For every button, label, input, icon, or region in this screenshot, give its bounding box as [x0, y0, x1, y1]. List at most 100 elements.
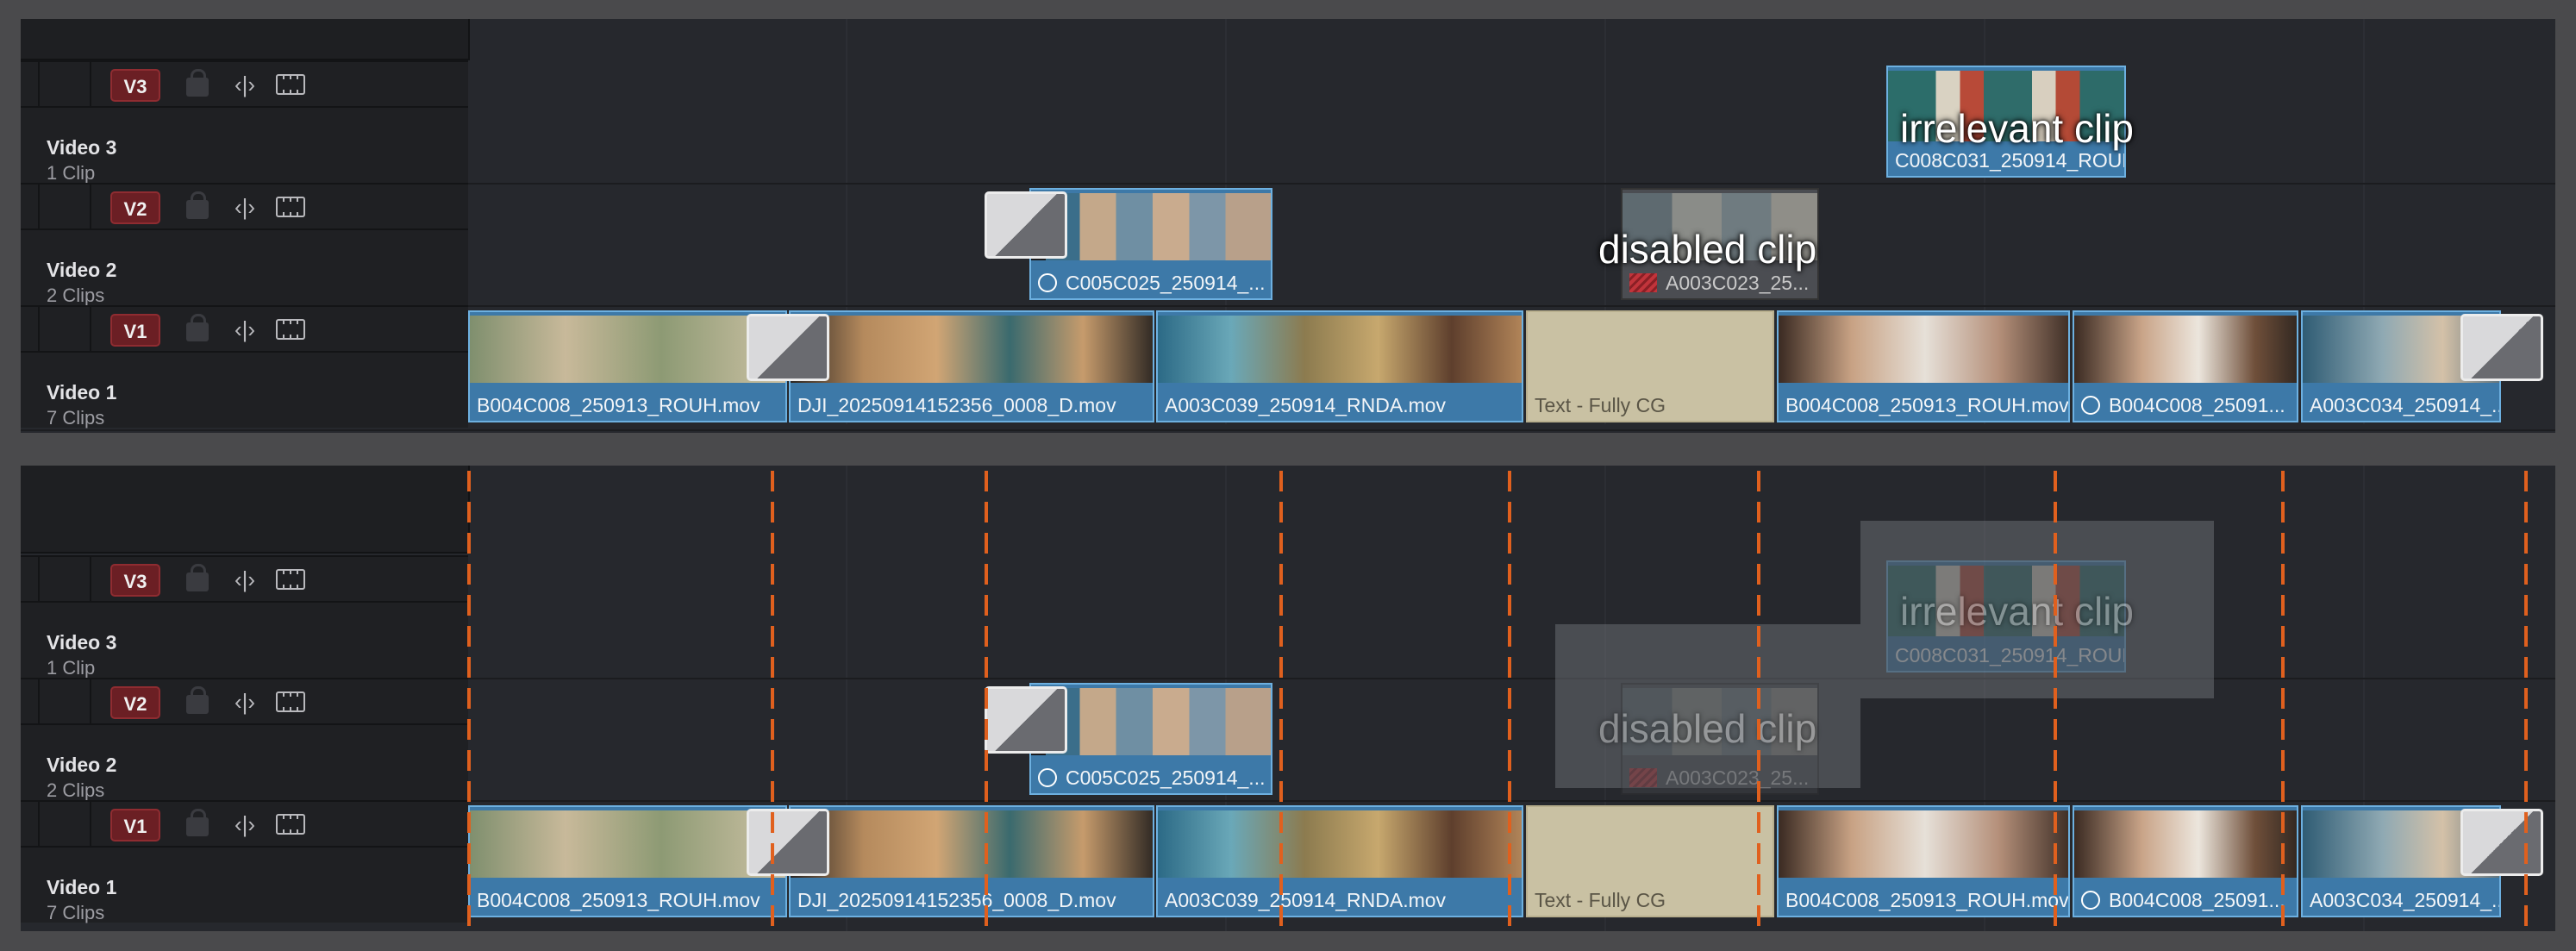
transition-marker[interactable] [2460, 314, 2543, 381]
speed-change-icon [2081, 890, 2100, 910]
clip-name: C005C025_250914_... [1038, 766, 1265, 790]
lock-icon[interactable] [186, 69, 209, 97]
lock-icon[interactable] [186, 314, 209, 341]
speed-change-icon [1038, 272, 1057, 292]
timeline-panel-top: V3 ‹|› Video 3 1 Clip V2 ‹|› Video 2 2 C… [21, 19, 2555, 433]
clip-overlay-label: irrelevant clip [1900, 589, 2134, 634]
trim-arrows-icon[interactable]: ‹|› [228, 193, 262, 221]
trim-arrows-icon[interactable]: ‹|› [228, 688, 262, 716]
clip-thumbnail-strip [2074, 810, 2297, 878]
clip-overlay-label: irrelevant clip [1900, 106, 2134, 151]
clip-name: B004C008_25091... [2081, 394, 2285, 417]
track-toggle-v1[interactable]: V1 [110, 809, 160, 842]
clip-thumbnail-strip [1158, 316, 1522, 383]
timeline-clip[interactable]: B004C008_250913_ROUH.mov [1777, 805, 2070, 917]
film-strip-icon[interactable] [276, 691, 305, 712]
track-header-v1: V1 ‹|› Video 1 7 Clips [21, 305, 468, 429]
timeline-clip[interactable]: A003C039_250914_RNDA.mov [1156, 310, 1523, 422]
track-toggle-v1[interactable]: V1 [110, 314, 160, 347]
track-header-v2: V2 ‹|› Video 2 2 Clips [21, 183, 468, 306]
track-header-v3: V3 ‹|› Video 3 1 Clip [21, 60, 468, 184]
track-toggle-v2[interactable]: V2 [110, 191, 160, 224]
film-strip-icon[interactable] [276, 74, 305, 95]
clip-name: A003C023_25... [1629, 766, 1809, 790]
track-header-v2: V2 ‹|› Video 2 2 Clips [21, 678, 468, 801]
track-clip-count: 7 Clips [47, 407, 105, 429]
clip-thumbnail-strip [791, 316, 1153, 383]
timeline-clip[interactable]: DJI_20250914152356_0008_D.mov [789, 805, 1154, 917]
clip-thumbnail-strip [1158, 810, 1522, 878]
trim-arrows-icon[interactable]: ‹|› [228, 566, 262, 593]
clip-name: A003C023_25... [1629, 272, 1809, 295]
film-strip-icon[interactable] [276, 319, 305, 340]
trim-arrows-icon[interactable]: ‹|› [228, 316, 262, 343]
clip-name: Text - Fully CG [1535, 889, 1666, 911]
track-header-v1: V1 ‹|› Video 1 7 Clips [21, 800, 468, 923]
cut-point-marker [2281, 471, 2285, 928]
timeline-clip-generator[interactable]: Text - Fully CG [1526, 310, 1774, 422]
track-clip-count: 1 Clip [47, 162, 96, 184]
timeline-clip-generator[interactable]: Text - Fully CG [1526, 805, 1774, 917]
disabled-flag-icon [1629, 767, 1657, 787]
film-strip-icon[interactable] [276, 197, 305, 217]
clip-thumbnail-strip [2074, 316, 2297, 383]
clip-name: B004C008_250913_ROUH.mov [477, 889, 760, 911]
timeline-panel-bottom: V3 ‹|› Video 3 1 Clip V2 ‹|› Video 2 2 C… [21, 466, 2555, 931]
cut-point-marker [1279, 471, 1283, 928]
timeline-clip[interactable]: DJI_20250914152356_0008_D.mov [789, 310, 1154, 422]
transition-marker[interactable] [747, 314, 829, 381]
clip-overlay-label: disabled clip [1598, 706, 1817, 751]
clip-name: A003C039_250914_RNDA.mov [1165, 889, 1447, 911]
cut-point-marker [771, 471, 774, 928]
clip-name: Text - Fully CG [1535, 394, 1666, 416]
track-name: Video 1 [47, 876, 117, 898]
track-toggle-v3[interactable]: V3 [110, 564, 160, 597]
transition-marker[interactable] [2460, 809, 2543, 876]
lock-icon[interactable] [186, 809, 209, 836]
track-clip-count: 7 Clips [47, 902, 105, 923]
track-name: Video 3 [47, 631, 117, 654]
clip-name: DJI_20250914152356_0008_D.mov [797, 889, 1116, 911]
disabled-flag-icon [1629, 272, 1657, 292]
timeline-clip[interactable]: B004C008_250913_ROUH.mov [468, 805, 787, 917]
timeline-clip[interactable]: B004C008_250913_ROUH.mov [1777, 310, 2070, 422]
cut-point-marker [2524, 471, 2528, 928]
clip-name: B004C008_25091... [2081, 889, 2285, 912]
clip-thumbnail-strip [1779, 810, 2068, 878]
clip-name: C005C025_250914_... [1038, 272, 1265, 295]
track-toggle-v3[interactable]: V3 [110, 69, 160, 102]
timeline-clip[interactable]: B004C008_25091... [2073, 805, 2298, 917]
film-strip-icon[interactable] [276, 814, 305, 835]
cut-point-marker [467, 471, 471, 928]
transition-marker[interactable] [747, 809, 829, 876]
clip-name: B004C008_250913_ROUH.mov [1785, 889, 2069, 911]
track-name: Video 2 [47, 754, 117, 776]
clip-thumbnail-strip [470, 316, 785, 383]
lock-icon[interactable] [186, 564, 209, 591]
transition-marker[interactable] [985, 686, 1067, 754]
film-strip-icon[interactable] [276, 569, 305, 590]
timeline-clip[interactable]: B004C008_25091... [2073, 310, 2298, 422]
clip-name: A003C034_250914_... [2310, 394, 2501, 416]
lock-icon[interactable] [186, 191, 209, 219]
transition-marker[interactable] [985, 191, 1067, 259]
cut-point-marker [2054, 471, 2057, 928]
track-name: Video 1 [47, 381, 117, 404]
clip-thumbnail-strip [1779, 316, 2068, 383]
timeline-clip[interactable]: B004C008_250913_ROUH.mov [468, 310, 787, 422]
cut-point-marker [985, 471, 988, 928]
timeline-clip[interactable]: A003C039_250914_RNDA.mov [1156, 805, 1523, 917]
clip-name: C008C031_250914_ROUH.mov [1895, 644, 2124, 666]
clip-thumbnail-strip [791, 810, 1153, 878]
track-toggle-v2[interactable]: V2 [110, 686, 160, 719]
speed-change-icon [2081, 395, 2100, 415]
track-clip-count: 2 Clips [47, 285, 105, 306]
trim-arrows-icon[interactable]: ‹|› [228, 71, 262, 98]
cut-point-marker [1508, 471, 1511, 928]
lock-icon[interactable] [186, 686, 209, 714]
clip-name: A003C039_250914_RNDA.mov [1165, 394, 1447, 416]
trim-arrows-icon[interactable]: ‹|› [228, 810, 262, 838]
clip-name: B004C008_250913_ROUH.mov [477, 394, 760, 416]
track-name: Video 2 [47, 259, 117, 281]
clip-name: A003C034_250914_... [2310, 889, 2501, 911]
